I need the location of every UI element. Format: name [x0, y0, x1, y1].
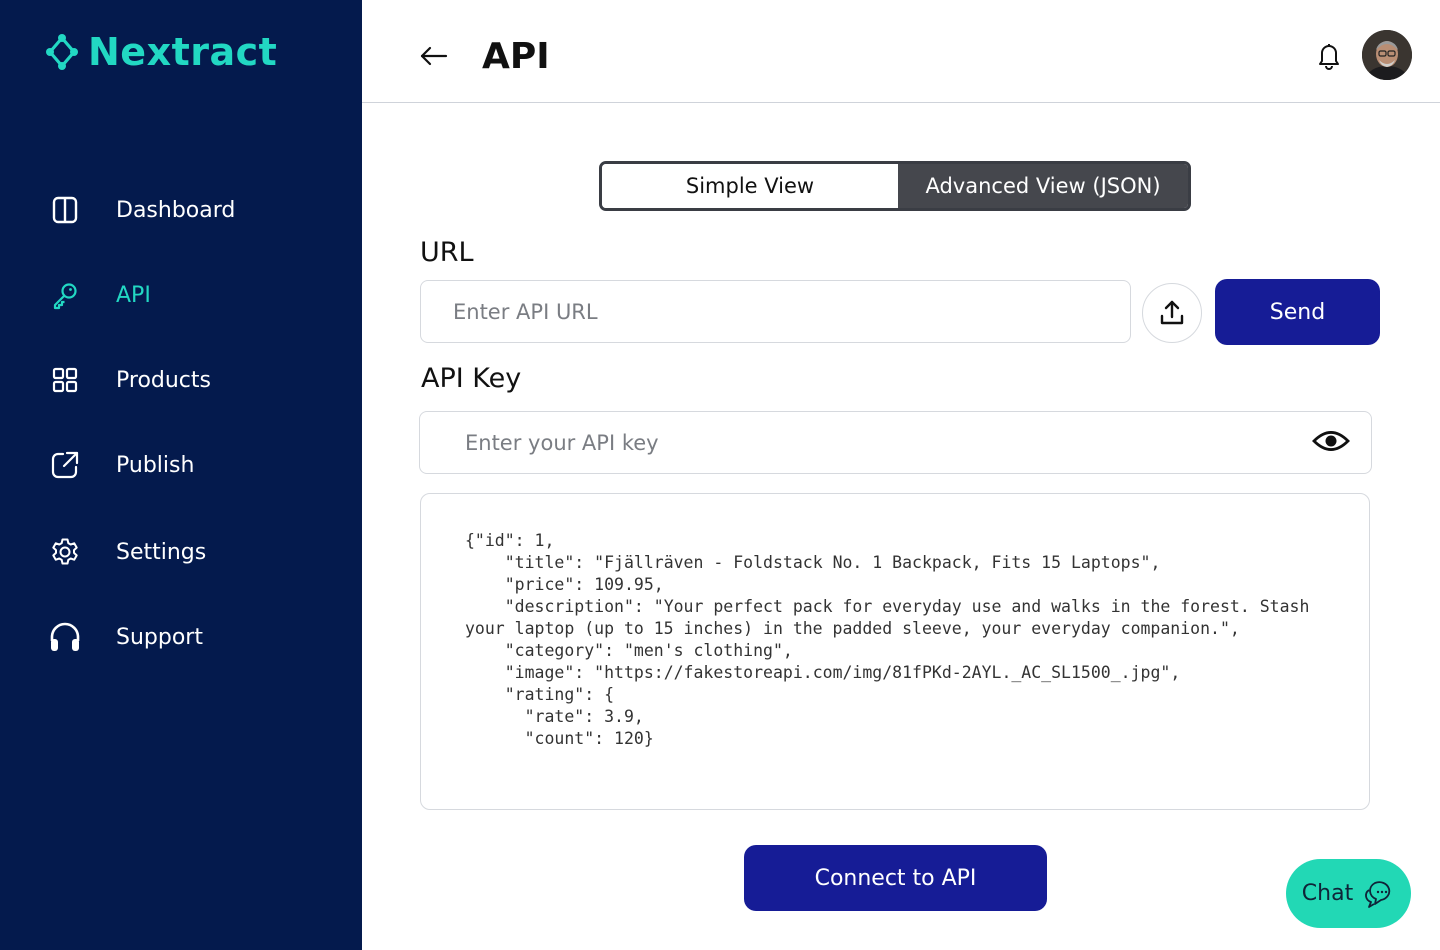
url-input[interactable] — [420, 280, 1131, 343]
chat-bubble-icon — [1365, 880, 1391, 908]
chat-button[interactable]: Chat — [1286, 859, 1411, 928]
json-preview-text: {"id": 1, "title": "Fjällräven - Foldsta… — [465, 531, 1310, 748]
sidebar-item-label: Support — [116, 624, 203, 650]
dashboard-icon — [48, 193, 82, 227]
sidebar-item-dashboard[interactable]: Dashboard — [48, 190, 235, 230]
bell-icon — [1319, 44, 1339, 70]
page-title: API — [482, 36, 550, 77]
logo-icon — [46, 34, 78, 70]
sidebar-item-label: Dashboard — [116, 197, 236, 223]
url-label: URL — [420, 237, 474, 268]
notifications-button[interactable] — [1312, 38, 1346, 72]
connect-to-api-button[interactable]: Connect to API — [744, 845, 1047, 911]
api-key-label: API Key — [421, 363, 522, 394]
external-link-icon — [48, 448, 82, 482]
send-button[interactable]: Send — [1215, 279, 1380, 345]
advanced-view-tab[interactable]: Advanced View (JSON) — [898, 164, 1188, 208]
upload-button[interactable] — [1142, 283, 1202, 343]
sidebar-item-label: API — [116, 282, 151, 308]
sidebar: Nextract Dashboard API Products Publish — [0, 0, 362, 950]
headphones-icon — [48, 620, 82, 654]
sidebar-item-products[interactable]: Products — [48, 360, 211, 400]
app-root: Nextract Dashboard API Products Publish — [0, 0, 1440, 950]
eye-icon — [1312, 431, 1350, 451]
sidebar-item-publish[interactable]: Publish — [48, 445, 194, 485]
chat-label: Chat — [1301, 881, 1354, 906]
sidebar-item-support[interactable]: Support — [48, 617, 203, 657]
brand-logo[interactable]: Nextract — [42, 30, 277, 74]
avatar-image — [1362, 30, 1412, 80]
back-button[interactable] — [416, 38, 452, 74]
toggle-visibility-button[interactable] — [1311, 424, 1351, 458]
sidebar-item-label: Settings — [116, 539, 207, 565]
simple-view-tab[interactable]: Simple View — [602, 164, 898, 208]
sidebar-item-settings[interactable]: Settings — [48, 532, 206, 572]
grid-icon — [48, 363, 82, 397]
sidebar-item-label: Publish — [116, 452, 195, 478]
key-icon — [48, 278, 82, 312]
json-preview-panel[interactable]: {"id": 1, "title": "Fjällräven - Foldsta… — [420, 493, 1370, 810]
user-avatar[interactable] — [1362, 30, 1412, 80]
sidebar-item-label: Products — [116, 367, 211, 393]
api-key-input[interactable] — [419, 411, 1372, 474]
sidebar-item-api[interactable]: API — [48, 275, 151, 315]
top-header: API — [362, 0, 1440, 103]
gear-icon — [48, 535, 82, 569]
view-toggle: Simple View Advanced View (JSON) — [599, 161, 1191, 211]
arrow-left-icon — [420, 46, 448, 66]
upload-icon — [1160, 300, 1184, 325]
brand-name: Nextract — [88, 30, 278, 74]
